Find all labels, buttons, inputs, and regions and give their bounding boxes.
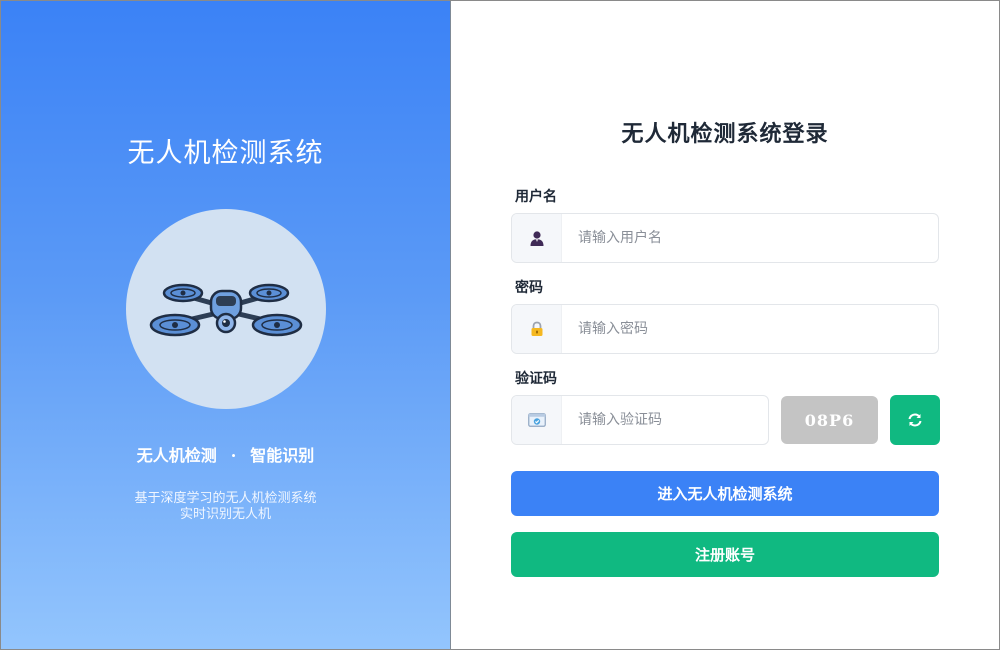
password-field-group — [511, 304, 939, 354]
captcha-image[interactable]: 08P6 — [781, 396, 878, 444]
username-field-group — [511, 213, 939, 263]
password-icon-box — [512, 305, 562, 353]
username-input[interactable] — [562, 214, 938, 262]
refresh-captcha-button[interactable] — [890, 395, 940, 445]
login-submit-button[interactable]: 进入无人机检测系统 — [511, 471, 939, 516]
refresh-icon — [908, 413, 922, 427]
captcha-icon — [527, 413, 546, 427]
login-panel: 无人机检测系统登录 用户名 密码 — [451, 1, 999, 649]
captcha-input[interactable] — [562, 396, 768, 444]
login-title: 无人机检测系统登录 — [621, 121, 829, 147]
register-button[interactable]: 注册账号 — [511, 532, 939, 577]
description-line-2: 实时识别无人机 — [179, 507, 271, 522]
brand-panel: 无人机检测系统 无人机检测 · 智能识别 基于深度学习的无人机检测系统 实时识别… — [1, 1, 451, 649]
description-line-1: 基于深度学习的无人机检测系统 — [134, 491, 317, 506]
captcha-icon-box — [512, 396, 562, 444]
username-icon-box — [512, 214, 562, 262]
brand-title: 无人机检测系统 — [127, 138, 324, 169]
captcha-label: 验证码 — [515, 371, 557, 387]
tagline-separator: · — [230, 446, 237, 465]
captcha-field-group — [511, 395, 769, 445]
password-label: 密码 — [515, 280, 543, 296]
lock-icon — [531, 321, 542, 336]
tagline-right: 智能识别 — [250, 446, 315, 465]
tagline-left: 无人机检测 — [136, 446, 217, 465]
login-window: 无人机检测系统 无人机检测 · 智能识别 基于深度学习的无人机检测系统 实时识别… — [0, 0, 1000, 650]
drone-illustration — [126, 209, 326, 409]
brand-tagline: 无人机检测 · 智能识别 — [1, 442, 450, 466]
username-label: 用户名 — [515, 189, 557, 205]
user-icon — [530, 231, 543, 246]
password-input[interactable] — [562, 305, 938, 353]
brand-description: 基于深度学习的无人机检测系统 实时识别无人机 — [1, 491, 450, 523]
drone-icon — [149, 283, 303, 337]
